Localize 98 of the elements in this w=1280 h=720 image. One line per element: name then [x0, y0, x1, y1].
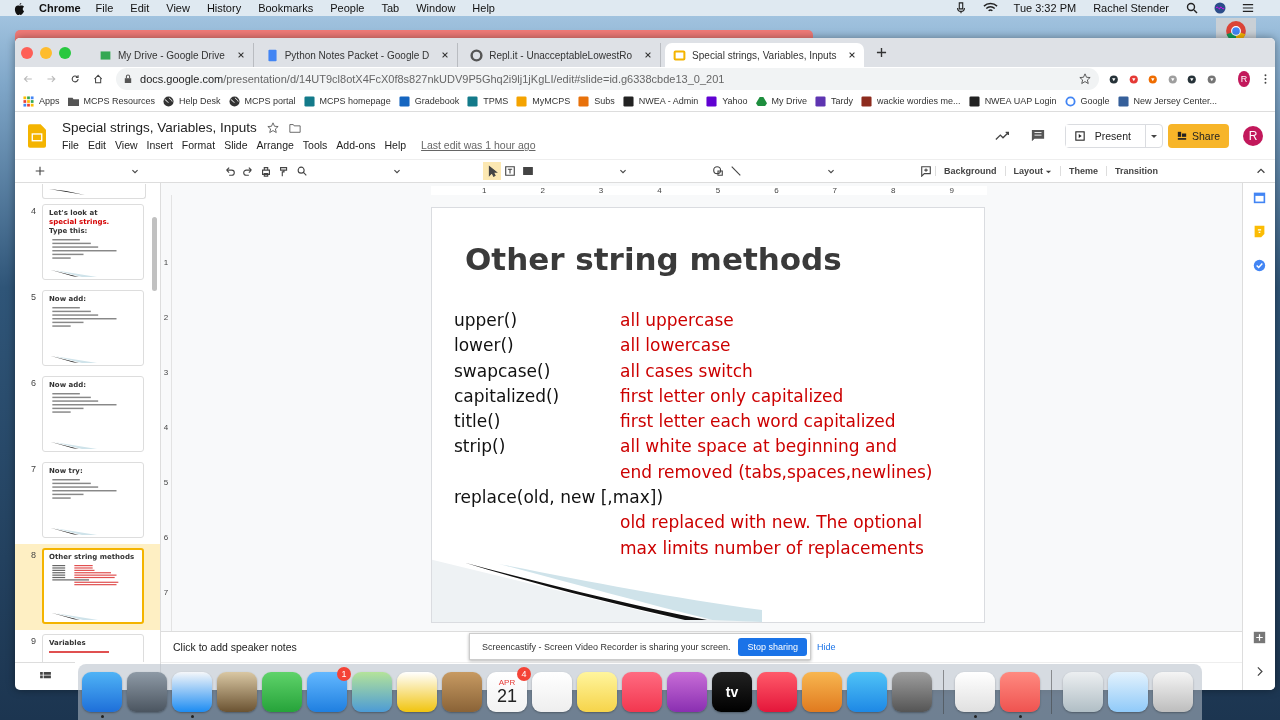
menu-item[interactable]: Window [416, 2, 456, 14]
toolbar-button[interactable]: Theme [1060, 166, 1107, 176]
menu-item[interactable]: Tab [381, 2, 400, 14]
bookmark[interactable]: NWEA - Admin [622, 95, 699, 107]
method-description: end removed (tabs,spaces,newlines) [620, 460, 933, 484]
bookmark[interactable]: TPMS [467, 95, 509, 107]
ruler-number: 6 [774, 186, 779, 195]
menu-item[interactable]: Edit [87, 139, 106, 151]
bookmark[interactable]: Help Desk [163, 95, 221, 107]
ruler-number: 2 [540, 186, 545, 195]
method-name: title() [454, 410, 502, 434]
menu-item[interactable]: Bookmarks [258, 2, 314, 14]
bookmark[interactable]: Google [1064, 95, 1110, 107]
bookmark[interactable]: MCPS Resources [67, 95, 156, 107]
share-button[interactable]: Share [1167, 123, 1229, 148]
menu-item[interactable]: History [206, 2, 242, 14]
ruler-number: 7 [832, 186, 838, 195]
method-description: old replaced with new. The optional [620, 511, 923, 535]
user-name[interactable]: Rachel Stender [1093, 2, 1169, 14]
method-name: capitalized() [454, 384, 561, 408]
slide-title: Other string methods [465, 240, 843, 279]
ruler-number: 2 [163, 314, 169, 322]
menu-item[interactable]: Tools [302, 139, 328, 151]
hide-button[interactable]: Hide [813, 641, 840, 652]
app-label: tv [725, 684, 739, 700]
method-description: first letter only capitalized [620, 384, 844, 408]
ruler-number: 4 [657, 186, 662, 195]
speaker-notes-field[interactable]: Click to add speaker notes [173, 641, 297, 653]
bookmark[interactable]: MyMCPS [516, 95, 571, 107]
slide-number: 9 [30, 635, 37, 644]
bookmark[interactable]: Apps [23, 95, 60, 107]
bookmark[interactable]: wackie wordies me... [861, 95, 961, 107]
calendar-month: APR [498, 678, 516, 687]
ruler-number: 7 [163, 589, 169, 597]
slide-number: 6 [30, 377, 37, 386]
method-name: strip() [454, 435, 507, 459]
bookmark[interactable]: Yahoo [706, 95, 748, 107]
bookmark[interactable]: My Drive [755, 95, 808, 107]
ruler-number: 5 [163, 479, 169, 487]
method-name: upper() [454, 309, 519, 332]
ruler-number: 5 [715, 186, 721, 195]
ruler-number: 1 [163, 259, 169, 267]
browser-tab[interactable]: Special strings, Variables, Inputs [665, 43, 865, 67]
slide-number: 7 [30, 463, 37, 472]
menu-item[interactable]: View [166, 2, 190, 14]
calendar-day: 21 [497, 686, 517, 706]
sharing-message: Screencastify - Screen Video Recorder is sharing your screen. [482, 641, 731, 652]
menu-item[interactable]: Slide [224, 139, 248, 151]
address-bar[interactable]: docs.google.com/presentation/d/14UT9cl8otX4FcX0f8s827nkUDV9P5Ghq2i9lj1jKgLI/edit#slide=id.g6338cbde13_0_201 [116, 68, 1100, 90]
method-description: max limits number of replacements [620, 536, 924, 560]
ruler-number: 3 [163, 369, 169, 377]
menu-item[interactable]: Format [181, 139, 216, 151]
menu-item[interactable]: Help [472, 2, 495, 14]
slide-number: 4 [30, 205, 37, 214]
bookmark[interactable]: Gradebook [398, 95, 460, 107]
app-icon[interactable]: tv [712, 672, 752, 712]
bookmark[interactable]: NWEA UAP Login [968, 95, 1057, 107]
ruler-number: 8 [891, 186, 896, 195]
toolbar-button[interactable]: Layout [1004, 166, 1061, 176]
slide-number: 5 [30, 291, 37, 300]
bookmark[interactable]: MCPS homepage [303, 95, 391, 107]
menu-item[interactable]: Arrange [256, 139, 294, 151]
bookmark[interactable]: MCPS portal [228, 95, 296, 107]
bookmark[interactable]: Subs [578, 95, 615, 107]
method-name: replace(old, new [,max]) [454, 486, 664, 510]
menu-item[interactable]: View [115, 139, 138, 151]
present-button[interactable]: Present [1065, 124, 1146, 147]
bookmark[interactable]: Tardy [815, 95, 854, 107]
menu-item[interactable]: File [62, 139, 79, 151]
method-description: all white space at beginning and [620, 435, 897, 459]
ruler-number: 3 [598, 186, 604, 195]
ruler-number: 6 [163, 534, 169, 542]
method-description: all lowercase [620, 334, 731, 358]
menu-item[interactable]: File [95, 2, 114, 14]
method-description: all cases switch [620, 359, 753, 383]
ruler-number: 4 [163, 424, 169, 432]
menu-item[interactable]: Insert [146, 139, 173, 151]
ruler-number: 1 [482, 186, 487, 195]
last-edit-link[interactable]: Last edit was 1 hour ago [421, 139, 536, 151]
method-description: all uppercase [620, 309, 734, 332]
menu-item[interactable]: Chrome [39, 2, 81, 14]
toolbar-button[interactable]: Transition [1106, 166, 1167, 176]
ruler-number: 9 [949, 186, 954, 195]
profile-avatar[interactable]: R [1238, 71, 1250, 87]
method-name: lower() [454, 334, 515, 358]
method-description: first letter each word capitalized [620, 410, 896, 434]
bookmark[interactable]: New Jersey Center... [1117, 95, 1218, 107]
menu-item[interactable]: Edit [130, 2, 150, 14]
document-title[interactable]: Special strings, Variables, Inputs [62, 120, 257, 135]
menu-item[interactable]: Help [384, 139, 407, 151]
stop-sharing-button[interactable]: Stop sharing [738, 637, 807, 656]
toolbar-button[interactable]: Background [935, 166, 1005, 176]
menu-item[interactable]: Add-ons [336, 139, 376, 151]
user-avatar[interactable]: R [1243, 125, 1263, 146]
clock-text[interactable]: Tue 3:32 PM [1013, 2, 1077, 14]
menu-item[interactable]: People [330, 2, 365, 14]
slide-number: 8 [30, 549, 37, 558]
method-name: swapcase() [454, 359, 552, 383]
